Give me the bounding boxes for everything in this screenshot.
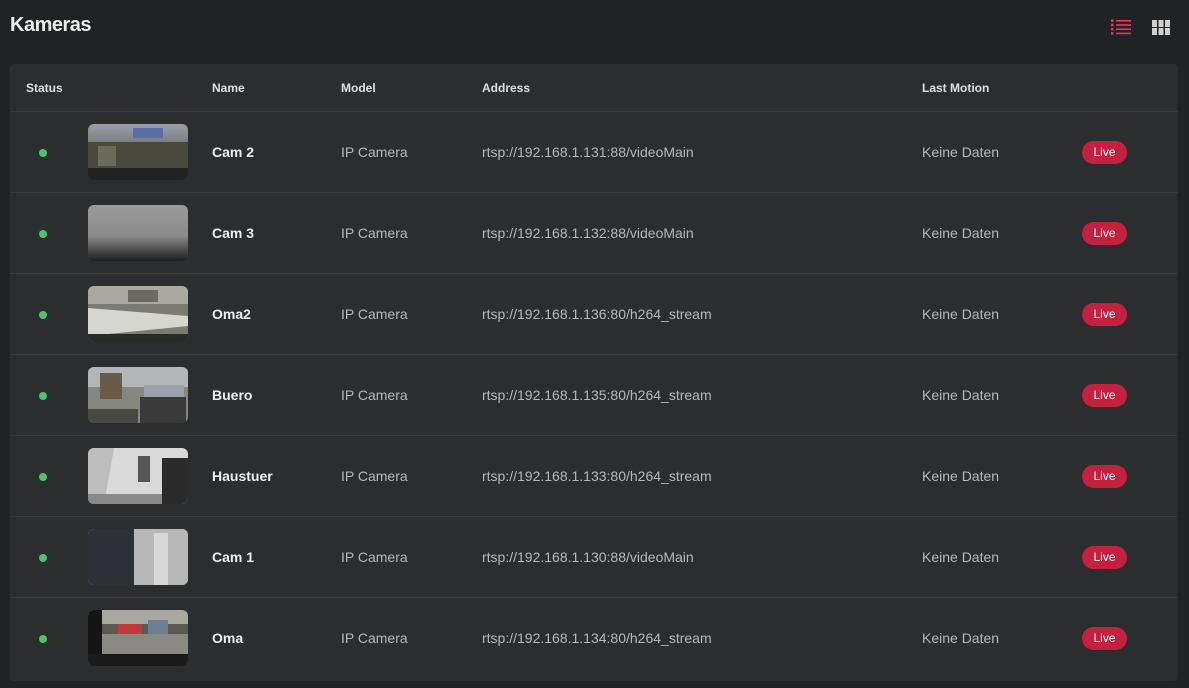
camera-last-motion: Keine Daten [922,630,1000,646]
camera-name: Haustuer [212,468,273,484]
live-button[interactable]: Live [1082,384,1127,407]
status-online-indicator [39,554,47,562]
camera-thumbnail[interactable] [88,448,188,504]
camera-last-motion: Keine Daten [922,468,1000,484]
status-online-indicator [39,635,47,643]
table-row[interactable]: Oma2 IP Camera rtsp://192.168.1.136:80/h… [10,274,1178,355]
camera-model: IP Camera [341,306,408,322]
camera-name: Cam 2 [212,144,255,160]
camera-thumbnail[interactable] [88,205,188,261]
camera-address: rtsp://192.168.1.133:80/h264_stream [482,468,712,484]
list-view-button[interactable] [1109,15,1133,39]
camera-name: Oma [212,630,244,646]
camera-thumbnail[interactable] [88,367,188,423]
grid-view-button[interactable] [1149,15,1173,39]
camera-name: Oma2 [212,306,251,322]
page-title: Kameras [10,14,92,36]
camera-address: rtsp://192.168.1.136:80/h264_stream [482,306,712,322]
status-online-indicator [39,473,47,481]
cameras-table-card: Status Name Model Address Last Motion Ca… [10,64,1178,681]
table-row[interactable]: Cam 2 IP Camera rtsp://192.168.1.131:88/… [10,112,1178,193]
camera-thumbnail[interactable] [88,124,188,180]
camera-model: IP Camera [341,549,408,565]
camera-model: IP Camera [341,144,408,160]
table-row[interactable]: Cam 3 IP Camera rtsp://192.168.1.132:88/… [10,193,1178,274]
camera-thumbnail[interactable] [88,610,188,666]
table-header: Status Name Model Address Last Motion [10,64,1178,112]
camera-address: rtsp://192.168.1.131:88/videoMain [482,144,694,160]
status-online-indicator [39,392,47,400]
live-button[interactable]: Live [1082,303,1127,326]
camera-last-motion: Keine Daten [922,225,1000,241]
live-button[interactable]: Live [1082,141,1127,164]
camera-model: IP Camera [341,468,408,484]
camera-model: IP Camera [341,387,408,403]
table-row[interactable]: Oma IP Camera rtsp://192.168.1.134:80/h2… [10,598,1178,679]
camera-thumbnail[interactable] [88,286,188,342]
grid-icon [1152,19,1170,35]
live-button[interactable]: Live [1082,222,1127,245]
camera-address: rtsp://192.168.1.134:80/h264_stream [482,630,712,646]
status-online-indicator [39,230,47,238]
column-header-status[interactable]: Status [26,81,63,95]
camera-last-motion: Keine Daten [922,549,1000,565]
camera-name: Cam 1 [212,549,255,565]
camera-address: rtsp://192.168.1.132:88/videoMain [482,225,694,241]
column-header-address[interactable]: Address [482,81,530,95]
camera-model: IP Camera [341,630,408,646]
camera-last-motion: Keine Daten [922,144,1000,160]
column-header-last-motion[interactable]: Last Motion [922,81,989,95]
status-online-indicator [39,311,47,319]
live-button[interactable]: Live [1082,546,1127,569]
top-bar: Kameras [0,0,1189,54]
table-row[interactable]: Buero IP Camera rtsp://192.168.1.135:80/… [10,355,1178,436]
status-online-indicator [39,149,47,157]
camera-name: Cam 3 [212,225,255,241]
camera-address: rtsp://192.168.1.130:88/videoMain [482,549,694,565]
live-button[interactable]: Live [1082,627,1127,650]
list-icon [1111,19,1131,35]
camera-last-motion: Keine Daten [922,387,1000,403]
camera-address: rtsp://192.168.1.135:80/h264_stream [482,387,712,403]
table-row[interactable]: Haustuer IP Camera rtsp://192.168.1.133:… [10,436,1178,517]
column-header-model[interactable]: Model [341,81,376,95]
table-row[interactable]: Cam 1 IP Camera rtsp://192.168.1.130:88/… [10,517,1178,598]
camera-last-motion: Keine Daten [922,306,1000,322]
column-header-name[interactable]: Name [212,81,245,95]
live-button[interactable]: Live [1082,465,1127,488]
camera-name: Buero [212,387,253,403]
camera-model: IP Camera [341,225,408,241]
camera-thumbnail[interactable] [88,529,188,585]
